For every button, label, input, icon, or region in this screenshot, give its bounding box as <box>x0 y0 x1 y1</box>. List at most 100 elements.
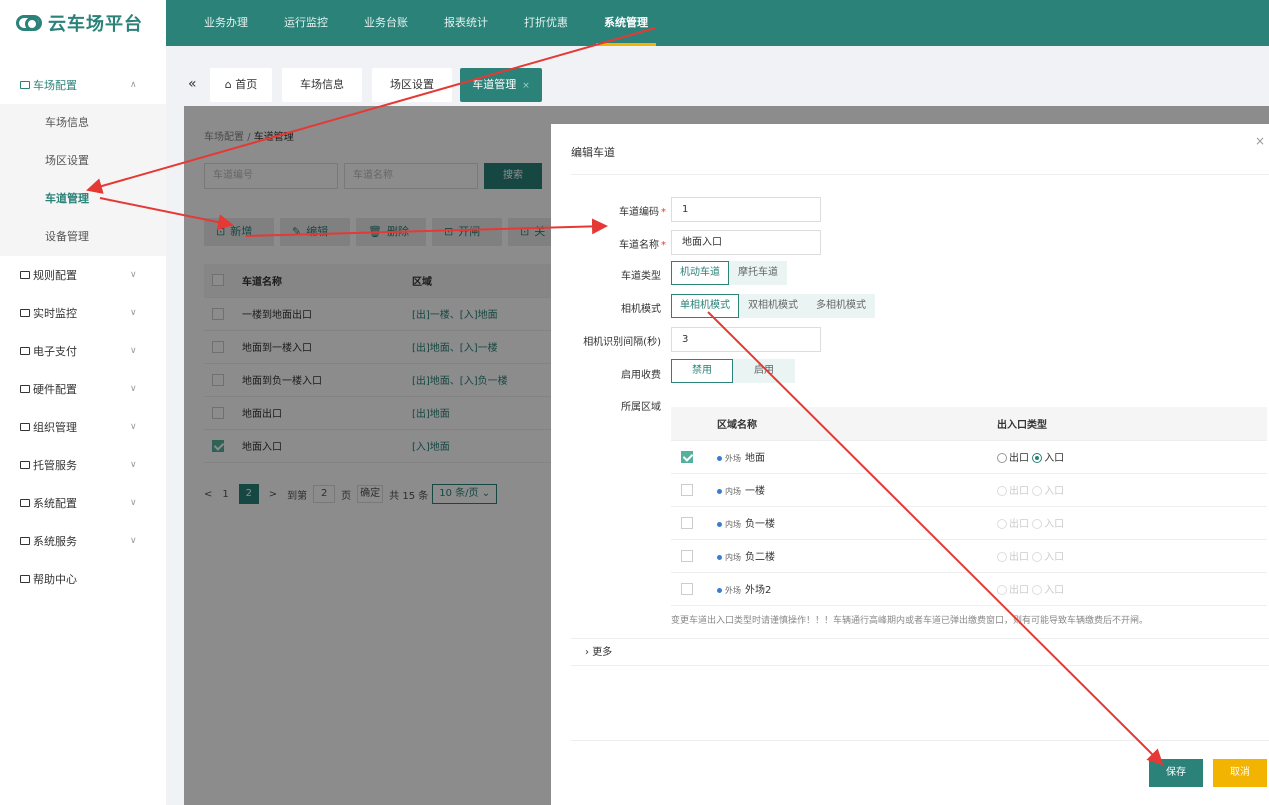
camera-mode-selector: 单相机模式 双相机模式 多相机模式 <box>671 294 875 318</box>
lane-code-field[interactable]: 1 <box>671 197 821 222</box>
zone-checkbox[interactable] <box>681 450 693 463</box>
more-section[interactable]: › 更多 <box>571 638 1269 666</box>
topnav-business[interactable]: 业务办理 <box>186 0 266 46</box>
topnav-system[interactable]: 系统管理 <box>586 0 666 46</box>
radio-in-label: 入口 <box>1044 585 1065 596</box>
radio-out-label: 出口 <box>1009 585 1029 596</box>
tab-lane-mgmt[interactable]: 车道管理 × <box>460 68 542 102</box>
zone-tag: 内场 <box>725 553 741 562</box>
tab-label: 车道管理 <box>472 78 517 91</box>
fee-disabled[interactable]: 禁用 <box>671 359 733 383</box>
zone-checkbox[interactable] <box>681 549 693 562</box>
interval-field[interactable]: 3 <box>671 327 821 352</box>
folder-icon <box>20 309 30 317</box>
lane-type-moto[interactable]: 摩托车道 <box>729 261 787 285</box>
table-row[interactable]: 外场 外场2 出口 入口 <box>671 572 1267 606</box>
chevron-down-icon: ∨ <box>130 308 137 318</box>
label-text: 车道名称 <box>619 240 659 251</box>
sidebar-group-label: 电子支付 <box>33 345 77 358</box>
sidebar-group-hosting[interactable]: 托管服务 ∨ <box>0 446 166 484</box>
folder-icon <box>20 537 30 545</box>
radio-out-label: 出口 <box>1009 519 1029 530</box>
zone-checkbox[interactable] <box>681 516 693 529</box>
sidebar-group-sys-config[interactable]: 系统配置 ∨ <box>0 484 166 522</box>
sidebar-group-label: 系统配置 <box>33 497 77 510</box>
table-row[interactable]: 内场 负一楼 出口 入口 <box>671 506 1267 540</box>
topnav-reports[interactable]: 报表统计 <box>426 0 506 46</box>
zone-checkbox[interactable] <box>681 582 693 595</box>
folder-icon <box>20 423 30 431</box>
sidebar-item-device-mgmt[interactable]: 设备管理 <box>0 218 166 256</box>
sidebar-group-lot-config[interactable]: 车场配置 ∧ <box>0 66 166 104</box>
zone-tag: 外场 <box>725 586 741 595</box>
sidebar-group-rules[interactable]: 规则配置 ∨ <box>0 256 166 294</box>
edit-lane-modal: 编辑车道 × 车道编码 * 1 车道名称 * 地面入口 车道类型 机动车道 摩托车道… <box>551 124 1269 805</box>
topnav-discount[interactable]: 打折优惠 <box>506 0 586 46</box>
zone-tag: 内场 <box>725 520 741 529</box>
sidebar-item-lane-mgmt[interactable]: 车道管理 <box>0 180 166 218</box>
cancel-button[interactable]: 取消 <box>1213 759 1267 787</box>
sidebar-group-org[interactable]: 组织管理 ∨ <box>0 408 166 446</box>
dot-icon <box>717 488 722 494</box>
zone-table: 区域名称 出入口类型 外场 地面 出口 入口 内场 一楼 出口 入口 内场 负一楼 出… <box>671 407 1267 606</box>
camera-dual[interactable]: 双相机模式 <box>739 294 807 318</box>
fee-label: 启用收费 <box>621 370 661 381</box>
sidebar-item-lot-info[interactable]: 车场信息 <box>0 104 166 142</box>
logo: 云车场平台 <box>0 0 166 46</box>
radio-in <box>1032 486 1043 496</box>
radio-out <box>997 519 1007 529</box>
logo-icon <box>16 15 42 31</box>
chevron-down-icon: ∨ <box>130 346 137 356</box>
camera-single[interactable]: 单相机模式 <box>671 294 739 318</box>
sidebar-group-label: 组织管理 <box>33 421 77 434</box>
lane-type-motor[interactable]: 机动车道 <box>671 261 729 285</box>
camera-multi[interactable]: 多相机模式 <box>807 294 875 318</box>
save-button[interactable]: 保存 <box>1149 759 1203 787</box>
topnav-ledger[interactable]: 业务台账 <box>346 0 426 46</box>
tab-home[interactable]: ⌂ 首页 <box>210 68 272 102</box>
sidebar-group-help[interactable]: 帮助中心 <box>0 560 166 598</box>
top-header: 云车场平台 业务办理 运行监控 业务台账 报表统计 打折优惠 系统管理 <box>0 0 1269 46</box>
zone-name: 地面 <box>745 453 765 464</box>
modal-title: 编辑车道 <box>571 146 615 159</box>
zone-tag: 内场 <box>725 487 741 496</box>
radio-in <box>1032 552 1043 562</box>
chevron-down-icon: ∨ <box>130 270 137 280</box>
radio-out <box>997 585 1007 595</box>
folder-icon <box>20 271 30 279</box>
table-row[interactable]: 外场 地面 出口 入口 <box>671 440 1267 474</box>
sidebar-group-realtime[interactable]: 实时监控 ∨ <box>0 294 166 332</box>
more-label: 更多 <box>592 647 613 658</box>
close-icon[interactable]: × <box>1255 134 1265 148</box>
sidebar-item-zone-settings[interactable]: 场区设置 <box>0 142 166 180</box>
radio-out-label: 出口 <box>1009 552 1029 563</box>
chevron-down-icon: ∨ <box>130 498 137 508</box>
radio-out <box>997 486 1007 496</box>
radio-in-label: 入口 <box>1044 519 1065 530</box>
lane-name-field[interactable]: 地面入口 <box>671 230 821 255</box>
collapse-icon[interactable]: « <box>188 76 197 92</box>
divider <box>571 174 1269 175</box>
zone-name: 负二楼 <box>745 552 775 563</box>
table-header: 区域名称 出入口类型 <box>671 407 1267 441</box>
table-row[interactable]: 内场 一楼 出口 入口 <box>671 473 1267 507</box>
sidebar-group-payment[interactable]: 电子支付 ∨ <box>0 332 166 370</box>
radio-out[interactable] <box>997 453 1007 463</box>
brand-name: 云车场平台 <box>48 14 143 35</box>
close-icon[interactable]: × <box>522 81 530 91</box>
zone-checkbox[interactable] <box>681 483 693 496</box>
zone-tag: 外场 <box>725 454 741 463</box>
folder-icon <box>20 499 30 507</box>
tab-lot-info[interactable]: 车场信息 <box>282 68 362 102</box>
col-gate-type: 出入口类型 <box>987 407 1267 441</box>
sidebar-group-sys-service[interactable]: 系统服务 ∨ <box>0 522 166 560</box>
camera-mode-label: 相机模式 <box>621 304 661 315</box>
sidebar-group-hardware[interactable]: 硬件配置 ∨ <box>0 370 166 408</box>
table-row[interactable]: 内场 负二楼 出口 入口 <box>671 539 1267 573</box>
topnav-monitor[interactable]: 运行监控 <box>266 0 346 46</box>
radio-in[interactable] <box>1032 453 1043 463</box>
divider <box>571 740 1269 741</box>
fee-enabled[interactable]: 启用 <box>733 359 795 383</box>
tab-zone-settings[interactable]: 场区设置 <box>372 68 452 102</box>
folder-icon <box>20 575 30 583</box>
